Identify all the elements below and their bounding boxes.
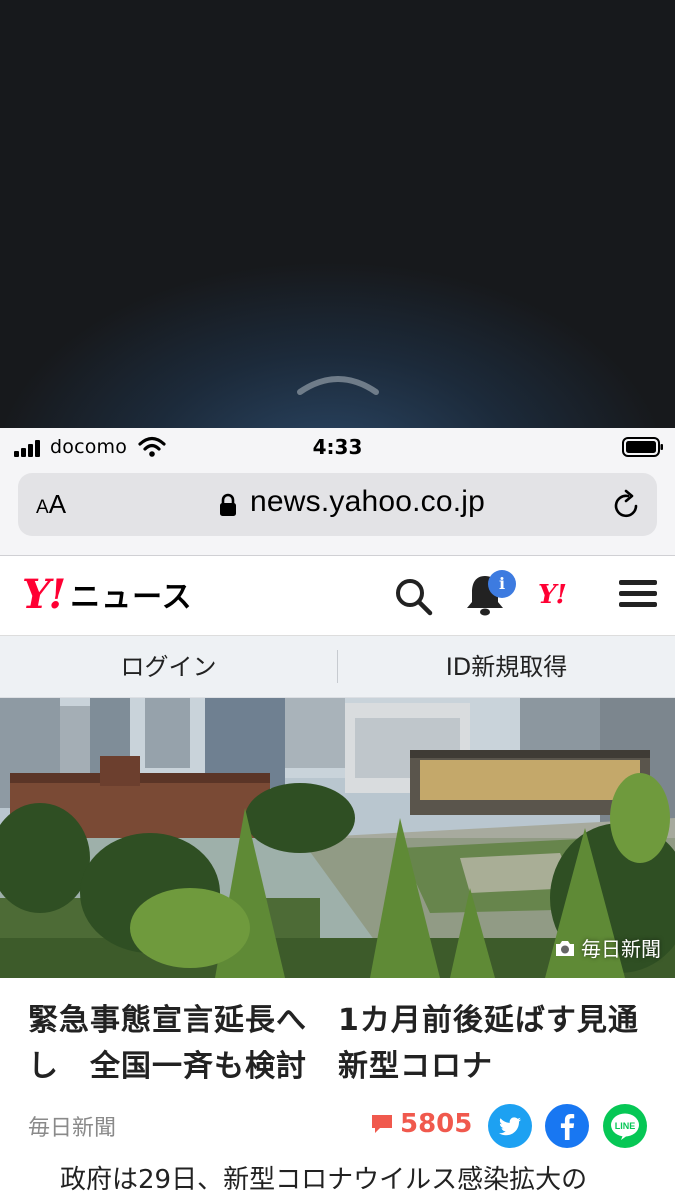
battery-icon	[622, 437, 663, 457]
status-time: 4:33	[312, 435, 363, 459]
login-bar: ログイン ID新規取得	[0, 636, 675, 698]
line-icon: LINE	[611, 1113, 639, 1140]
camera-icon	[556, 940, 574, 956]
login-link[interactable]: ログイン	[0, 636, 337, 697]
menu-icon[interactable]	[619, 576, 657, 614]
article-source[interactable]: 毎日新聞	[28, 1110, 116, 1142]
twitter-share-button[interactable]	[488, 1104, 532, 1148]
address-bar[interactable]: AA news.yahoo.co.jp	[18, 473, 657, 536]
facebook-icon	[560, 1114, 575, 1140]
reachability-area	[0, 0, 675, 428]
yahoo-japan-link[interactable]: Y!	[538, 580, 567, 610]
browser-toolbar: AA news.yahoo.co.jp	[0, 468, 675, 556]
reload-icon[interactable]	[611, 489, 643, 521]
register-link[interactable]: ID新規取得	[338, 636, 675, 697]
article-meta: 毎日新聞 5805 LINE	[28, 1104, 648, 1150]
chevron-up-icon[interactable]	[296, 370, 380, 396]
facebook-share-button[interactable]	[545, 1104, 589, 1148]
photo-credit: 毎日新聞	[554, 933, 661, 962]
comment-icon	[372, 1115, 392, 1133]
line-share-button[interactable]: LINE	[603, 1104, 647, 1148]
site-header: Y! ニュース Y!	[0, 556, 675, 636]
article-lead[interactable]: 政府は29日、新型コロナウイルス感染拡大の	[28, 1160, 668, 1200]
notification-badge: i	[488, 570, 516, 598]
text-size-button[interactable]: AA	[36, 489, 66, 520]
comment-count-link[interactable]: 5805	[370, 1109, 472, 1139]
status-bar: docomo 4:33	[0, 428, 675, 468]
article-photo[interactable]: 毎日新聞	[0, 698, 675, 978]
url-text[interactable]: news.yahoo.co.jp	[250, 485, 485, 519]
twitter-icon	[499, 1117, 522, 1136]
svg-text:LINE: LINE	[615, 1121, 636, 1131]
yahoo-news-logo[interactable]: Y! ニュース	[22, 571, 193, 618]
lock-icon	[220, 493, 236, 516]
article-headline[interactable]: 緊急事態宣言延長へ 1カ月前後延ばす見通し 全国一斉も検討 新型コロナ	[28, 998, 648, 1090]
search-icon[interactable]	[393, 576, 433, 616]
